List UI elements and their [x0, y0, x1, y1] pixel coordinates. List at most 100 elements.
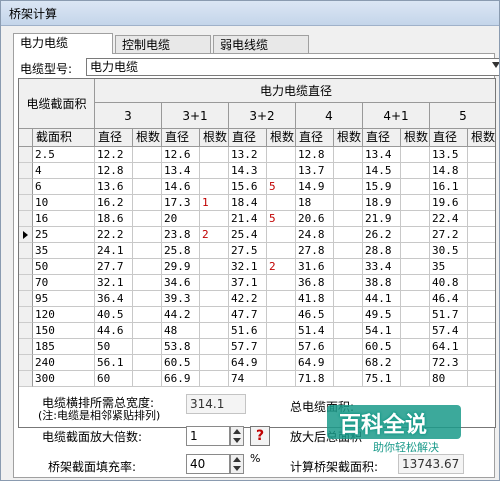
count-cell[interactable]	[468, 179, 495, 195]
count-cell[interactable]	[468, 243, 495, 259]
diameter-cell[interactable]: 74	[229, 371, 267, 387]
diameter-cell[interactable]: 29.9	[162, 259, 200, 275]
diameter-cell[interactable]: 15.9	[363, 179, 401, 195]
count-cell[interactable]	[401, 243, 430, 259]
count-cell[interactable]	[200, 275, 229, 291]
row-indicator[interactable]	[19, 371, 33, 387]
diameter-cell[interactable]: 49.5	[363, 307, 401, 323]
count-cell[interactable]	[334, 147, 363, 163]
row-indicator[interactable]	[19, 163, 33, 179]
count-cell[interactable]	[401, 371, 430, 387]
diameter-cell[interactable]: 60	[95, 371, 133, 387]
diameter-cell[interactable]: 22.4	[430, 211, 468, 227]
count-cell[interactable]	[468, 323, 495, 339]
count-cell[interactable]	[468, 259, 495, 275]
count-cell[interactable]	[267, 147, 296, 163]
count-cell[interactable]	[401, 195, 430, 211]
count-cell[interactable]: 2	[267, 259, 296, 275]
row-indicator[interactable]	[19, 339, 33, 355]
count-cell[interactable]	[401, 147, 430, 163]
chevron-down-icon[interactable]	[492, 62, 499, 68]
diameter-cell[interactable]: 13.5	[430, 147, 468, 163]
count-cell[interactable]	[133, 323, 162, 339]
count-cell[interactable]	[133, 211, 162, 227]
count-cell[interactable]	[401, 163, 430, 179]
count-cell[interactable]	[334, 179, 363, 195]
section-area-cell[interactable]: 120	[33, 307, 95, 323]
count-cell[interactable]	[200, 211, 229, 227]
row-indicator[interactable]	[19, 291, 33, 307]
multiplier-stepper[interactable]	[230, 426, 244, 446]
diameter-cell[interactable]: 27.7	[95, 259, 133, 275]
diameter-cell[interactable]: 18	[296, 195, 334, 211]
count-cell[interactable]	[133, 179, 162, 195]
diameter-cell[interactable]: 27.8	[296, 243, 334, 259]
count-cell[interactable]	[200, 147, 229, 163]
row-indicator[interactable]	[19, 259, 33, 275]
multiplier-input[interactable]: 1	[186, 426, 230, 446]
count-cell[interactable]	[401, 259, 430, 275]
count-cell[interactable]	[200, 291, 229, 307]
diameter-cell[interactable]: 57.4	[430, 323, 468, 339]
row-indicator[interactable]	[19, 243, 33, 259]
section-area-cell[interactable]: 95	[33, 291, 95, 307]
diameter-cell[interactable]: 41.8	[296, 291, 334, 307]
diameter-cell[interactable]: 12.2	[95, 147, 133, 163]
count-cell[interactable]	[133, 355, 162, 371]
diameter-cell[interactable]: 30.5	[430, 243, 468, 259]
diameter-cell[interactable]: 14.5	[363, 163, 401, 179]
fill-rate-input[interactable]: 40	[186, 454, 230, 474]
diameter-cell[interactable]: 21.9	[363, 211, 401, 227]
section-area-cell[interactable]: 35	[33, 243, 95, 259]
row-indicator[interactable]	[19, 275, 33, 291]
count-cell[interactable]	[468, 227, 495, 243]
diameter-cell[interactable]: 32.1	[95, 275, 133, 291]
diameter-cell[interactable]: 12.6	[162, 147, 200, 163]
diameter-cell[interactable]: 40.5	[95, 307, 133, 323]
count-cell[interactable]	[267, 339, 296, 355]
diameter-cell[interactable]: 51.4	[296, 323, 334, 339]
count-cell[interactable]	[401, 211, 430, 227]
section-area-cell[interactable]: 4	[33, 163, 95, 179]
diameter-cell[interactable]: 64.1	[430, 339, 468, 355]
diameter-cell[interactable]: 80	[430, 371, 468, 387]
diameter-cell[interactable]: 23.8	[162, 227, 200, 243]
diameter-cell[interactable]: 21.4	[229, 211, 267, 227]
section-area-cell[interactable]: 240	[33, 355, 95, 371]
diameter-cell[interactable]: 44.2	[162, 307, 200, 323]
diameter-cell[interactable]: 38.8	[363, 275, 401, 291]
row-indicator[interactable]	[19, 307, 33, 323]
count-cell[interactable]	[200, 323, 229, 339]
count-cell[interactable]	[133, 195, 162, 211]
diameter-cell[interactable]: 36.8	[296, 275, 334, 291]
diameter-cell[interactable]: 48	[162, 323, 200, 339]
count-cell[interactable]	[133, 259, 162, 275]
count-cell[interactable]	[267, 163, 296, 179]
count-cell[interactable]	[200, 339, 229, 355]
diameter-cell[interactable]: 14.6	[162, 179, 200, 195]
row-indicator[interactable]	[19, 323, 33, 339]
count-cell[interactable]	[468, 371, 495, 387]
diameter-cell[interactable]: 15.6	[229, 179, 267, 195]
count-cell[interactable]	[133, 291, 162, 307]
diameter-cell[interactable]: 50	[95, 339, 133, 355]
diameter-cell[interactable]: 72.3	[430, 355, 468, 371]
diameter-cell[interactable]: 20	[162, 211, 200, 227]
diameter-cell[interactable]: 36.4	[95, 291, 133, 307]
diameter-cell[interactable]: 16.2	[95, 195, 133, 211]
section-area-cell[interactable]: 25	[33, 227, 95, 243]
section-area-cell[interactable]: 150	[33, 323, 95, 339]
count-cell[interactable]	[401, 275, 430, 291]
chevron-up-icon[interactable]	[233, 429, 241, 434]
diameter-cell[interactable]: 13.4	[162, 163, 200, 179]
chevron-down-icon[interactable]	[233, 438, 241, 443]
diameter-cell[interactable]: 42.2	[229, 291, 267, 307]
diameter-cell[interactable]: 31.6	[296, 259, 334, 275]
section-area-cell[interactable]: 300	[33, 371, 95, 387]
diameter-cell[interactable]: 44.6	[95, 323, 133, 339]
diameter-cell[interactable]: 12.8	[296, 147, 334, 163]
count-cell[interactable]	[200, 243, 229, 259]
diameter-cell[interactable]: 75.1	[363, 371, 401, 387]
diameter-cell[interactable]: 46.4	[430, 291, 468, 307]
count-cell[interactable]	[267, 227, 296, 243]
